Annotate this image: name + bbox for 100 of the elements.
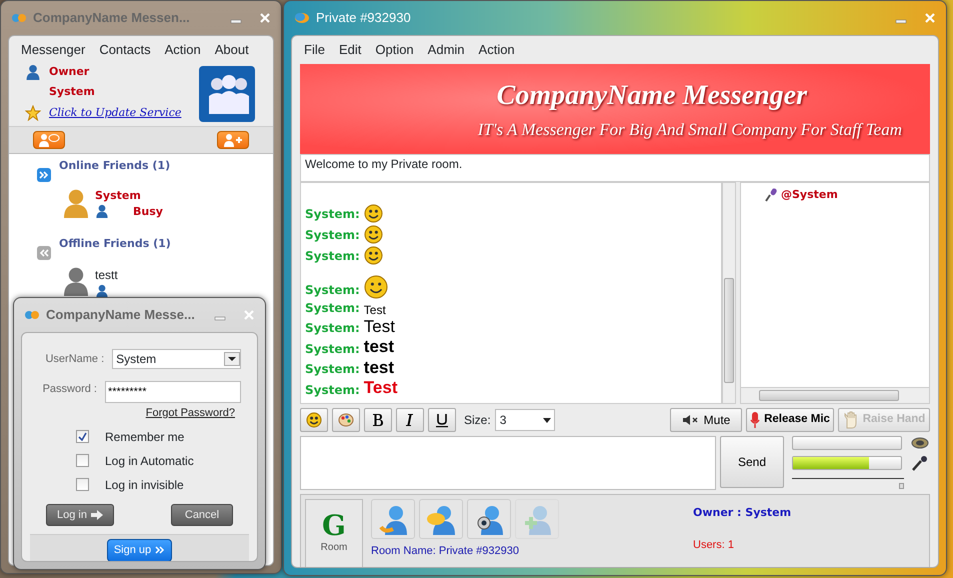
arrow-right-icon	[90, 510, 103, 520]
close-icon[interactable]	[259, 12, 271, 24]
checkbox[interactable]	[76, 430, 89, 443]
message-sender: System:	[305, 226, 360, 244]
double-chevron-icon	[155, 545, 166, 556]
star-icon	[25, 104, 41, 121]
emoticon-icon	[364, 204, 383, 223]
message-text: test	[364, 337, 394, 358]
user-icon	[95, 204, 109, 218]
emoticon-icon	[364, 274, 388, 299]
menu-item[interactable]: Edit	[338, 40, 362, 60]
user-icon	[25, 64, 41, 80]
expand-icon[interactable]	[37, 168, 51, 182]
menu-item[interactable]: Option	[375, 40, 414, 60]
add-contact-button[interactable]	[217, 130, 249, 148]
action-button[interactable]	[419, 498, 463, 538]
message-text: Test	[364, 316, 395, 338]
field-label: UserName :	[44, 352, 104, 367]
room-name: Room Name: Private #932930	[371, 544, 520, 558]
microphone-icon	[765, 188, 777, 202]
hand-icon	[842, 410, 859, 428]
message-sender: System:	[305, 340, 360, 358]
message-sender: System:	[305, 300, 360, 317]
update-link[interactable]: Click to Update Service	[49, 104, 182, 121]
owner-label: Owner : System	[693, 504, 792, 520]
group-header[interactable]: Offline Friends (1)	[59, 236, 171, 252]
user-name[interactable]: @System	[781, 186, 838, 203]
window-title: CompanyName Messen...	[33, 9, 190, 28]
room-button[interactable]: G Room	[305, 498, 363, 567]
checkbox[interactable]	[76, 478, 89, 491]
friend-name[interactable]: System	[95, 188, 163, 204]
color-button[interactable]	[332, 408, 360, 432]
checkbox[interactable]	[76, 454, 89, 467]
welcome-message: Welcome to my Private room.	[300, 154, 930, 182]
smiley-icon	[306, 412, 322, 428]
emoticon-icon	[364, 246, 383, 265]
message-sender: System:	[305, 248, 360, 265]
menu-item[interactable]: About	[214, 40, 249, 60]
window-title: Private #932930	[316, 9, 411, 28]
message-text: test	[364, 358, 394, 378]
menu-item[interactable]: Action	[478, 40, 515, 60]
menu-item[interactable]: File	[304, 40, 325, 60]
menu-item[interactable]: Action	[164, 40, 201, 60]
group-header[interactable]: Online Friends (1)	[59, 158, 170, 174]
people-logo-icon	[197, 64, 257, 124]
microphone-icon[interactable]	[910, 454, 930, 472]
send-button[interactable]: Send	[720, 436, 784, 488]
menu-item[interactable]: Contacts	[99, 40, 151, 60]
volume-slider[interactable]	[792, 478, 904, 488]
password-field[interactable]: *********	[105, 381, 241, 403]
size-select[interactable]: 3	[494, 408, 555, 430]
palette-icon	[338, 412, 354, 428]
user-icon	[95, 284, 109, 298]
banner-title: CompanyName Messenger	[496, 78, 807, 113]
friend-name[interactable]: testt	[95, 266, 118, 284]
release-mic-button[interactable]: Release Mic	[746, 408, 834, 432]
message-sender: System:	[305, 320, 360, 338]
checkbox-label[interactable]: Log in Automatic	[105, 452, 194, 470]
speaker-muted-icon	[682, 414, 700, 426]
mute-button[interactable]: Mute	[670, 408, 742, 432]
checkbox-label[interactable]: Remember me	[105, 428, 184, 446]
action-button[interactable]	[371, 498, 415, 538]
vertical-scrollbar[interactable]	[722, 182, 736, 404]
banner-subtitle: IT's A Messenger For Big And Small Company For Staff Team	[478, 118, 902, 141]
collapse-icon[interactable]	[37, 246, 51, 260]
underline-button[interactable]	[428, 408, 456, 432]
checkbox-label[interactable]: Log in invisible	[105, 476, 184, 494]
message-sender: System:	[305, 361, 360, 378]
user-count: Users: 1	[693, 538, 735, 553]
message-sender: System:	[305, 282, 360, 299]
app-logo-icon	[24, 309, 40, 321]
italic-button[interactable]	[396, 408, 424, 432]
microphone-icon	[750, 410, 760, 428]
close-icon[interactable]	[924, 12, 936, 24]
owner-label: Owner	[49, 64, 90, 80]
username-field[interactable]: System	[112, 349, 241, 369]
friend-status: Busy	[133, 204, 163, 220]
app-logo-icon	[11, 12, 27, 24]
window-title: CompanyName Messe...	[46, 306, 195, 324]
message-text: Test	[364, 378, 398, 398]
app-logo-icon	[294, 12, 310, 24]
emoticon-button[interactable]	[300, 408, 328, 432]
message-sender: System:	[305, 206, 360, 223]
emoticon-icon	[364, 224, 383, 244]
menu-item[interactable]: Messenger	[21, 40, 86, 60]
cancel-button[interactable]: Cancel	[171, 504, 233, 526]
action-button[interactable]	[467, 498, 511, 538]
signup-button[interactable]: Sign up	[106, 539, 172, 561]
bold-button[interactable]	[364, 408, 392, 432]
message-text: Test	[364, 302, 386, 317]
owner-name: System	[48, 84, 96, 100]
message-input[interactable]	[300, 436, 716, 490]
login-button[interactable]: Log in	[46, 504, 114, 526]
forgot-password-link[interactable]: Forgot Password?	[146, 405, 235, 422]
horizontal-scrollbar[interactable]	[741, 386, 929, 402]
message-sender: System:	[305, 382, 360, 398]
chat-contact-button[interactable]	[33, 130, 65, 148]
dropdown-icon[interactable]	[224, 352, 240, 366]
speaker-icon[interactable]	[910, 436, 930, 450]
menu-item[interactable]: Admin	[428, 40, 465, 60]
